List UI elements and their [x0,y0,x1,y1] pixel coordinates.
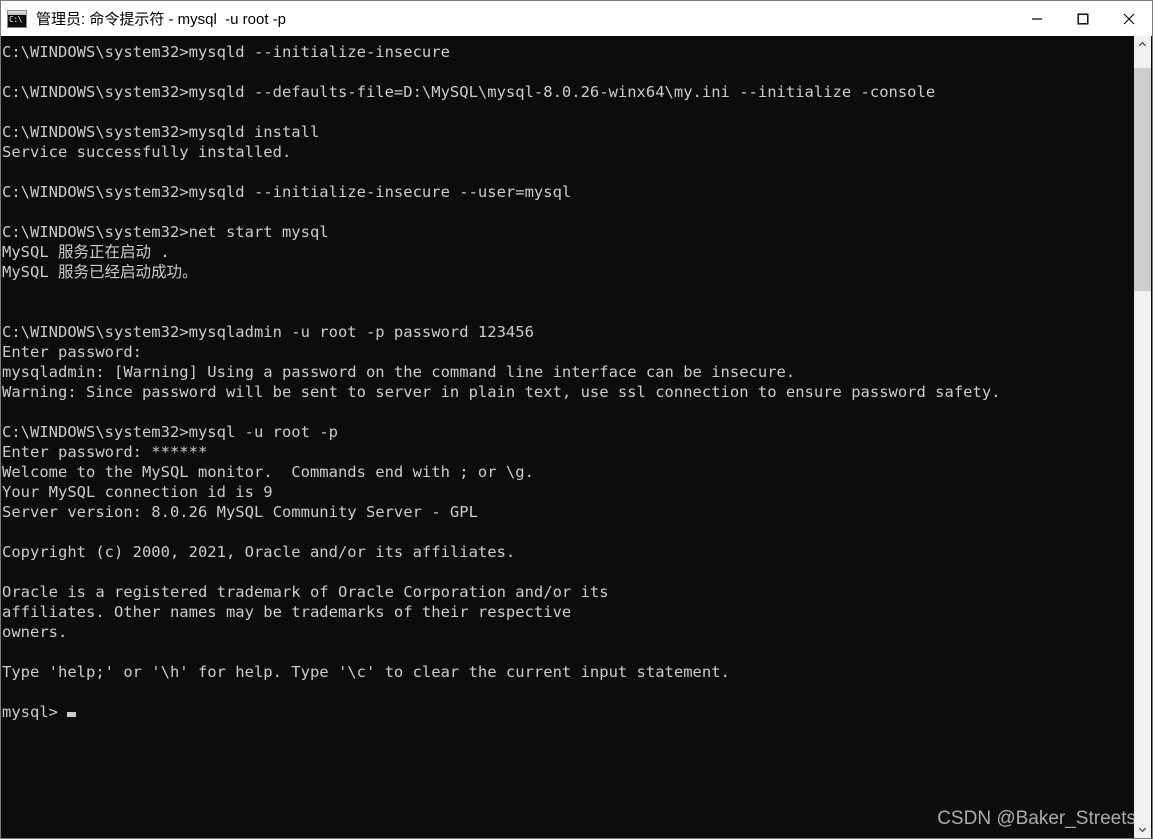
terminal-line: C:\WINDOWS\system32>mysqld --initialize-… [2,183,572,201]
terminal-line: C:\WINDOWS\system32>mysqld --initialize-… [2,43,450,61]
terminal-line: Server version: 8.0.26 MySQL Community S… [2,503,478,521]
minimize-icon [1032,17,1042,20]
scrollbar-track[interactable] [1134,53,1151,821]
terminal-line: owners. [2,623,68,641]
terminal-line: mysqladmin: [Warning] Using a password o… [2,363,796,381]
chevron-up-icon [1138,41,1147,47]
terminal-line: C:\WINDOWS\system32>mysqld --defaults-fi… [2,83,936,101]
console-output-area[interactable]: C:\WINDOWS\system32>mysqld --initialize-… [2,36,1136,838]
terminal-line: Oracle is a registered trademark of Orac… [2,583,609,601]
terminal-line: C:\WINDOWS\system32>mysqld install [2,123,320,141]
window-title: 管理员: 命令提示符 - mysql -u root -p [36,11,287,28]
close-icon [1123,13,1135,24]
maximize-icon [1077,13,1089,25]
terminal-line: Welcome to the MySQL monitor. Commands e… [2,463,534,481]
text-cursor [67,712,77,717]
cmd-icon: C:\ [6,7,28,30]
terminal-line: MySQL 服务正在启动 . [2,243,170,261]
window-controls [1014,1,1152,36]
vertical-scrollbar[interactable] [1134,36,1151,838]
terminal-line: MySQL 服务已经启动成功。 [2,263,198,281]
terminal-line: Copyright (c) 2000, 2021, Oracle and/or … [2,543,516,561]
terminal-prompt-line[interactable]: mysql> [2,702,1136,722]
console-window: C:\ 管理员: 命令提示符 - mysql -u root -p C:\WIN… [0,0,1153,839]
chevron-down-icon [1138,827,1147,833]
minimize-button[interactable] [1014,1,1060,36]
terminal-line: C:\WINDOWS\system32>mysql -u root -p [2,423,338,441]
terminal-line: C:\WINDOWS\system32>mysqladmin -u root -… [2,323,534,341]
terminal-line: Warning: Since password will be sent to … [2,383,1001,401]
close-button[interactable] [1106,1,1152,36]
terminal-line: C:\WINDOWS\system32>net start mysql [2,223,329,241]
terminal-text: C:\WINDOWS\system32>mysqld --initialize-… [2,42,1136,722]
terminal-line: affiliates. Other names may be trademark… [2,603,572,621]
scroll-up-button[interactable] [1134,36,1151,53]
terminal-line: Type 'help;' or '\h' for help. Type '\c'… [2,663,730,681]
maximize-button[interactable] [1060,1,1106,36]
terminal-line: Enter password: ****** [2,443,208,461]
mysql-prompt: mysql> [2,703,68,721]
cmd-icon-glyph: C:\ [9,14,22,24]
terminal-line: Service successfully installed. [2,143,292,161]
terminal-line: Your MySQL connection id is 9 [2,483,273,501]
watermark: CSDN @Baker_Streets [937,808,1136,829]
scrollbar-thumb[interactable] [1134,68,1151,291]
terminal-line: Enter password: [2,343,142,361]
titlebar[interactable]: C:\ 管理员: 命令提示符 - mysql -u root -p [1,1,1152,36]
scroll-down-button[interactable] [1134,821,1151,838]
